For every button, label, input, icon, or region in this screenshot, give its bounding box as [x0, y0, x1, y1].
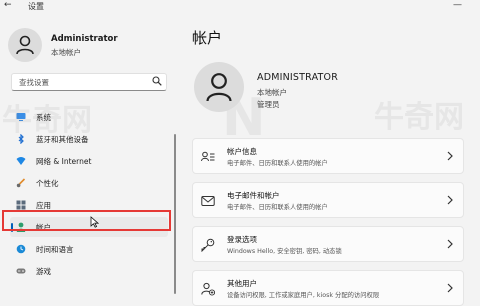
- sidebar-item-label: 时间和语言: [36, 245, 74, 254]
- card-title: 帐户信息: [227, 147, 257, 156]
- sidebar-item-personalization[interactable]: 个性化: [10, 173, 168, 193]
- add-user-icon: [201, 282, 215, 296]
- back-arrow-icon[interactable]: ←: [4, 0, 12, 10]
- gamepad-icon: [16, 268, 26, 274]
- card-description: 电子邮件、日历和联系人使用的帐户: [227, 160, 328, 167]
- profile-name: ADMINISTRATOR: [257, 72, 339, 83]
- card-description: 电子邮件、日历和联系人使用的帐户: [227, 204, 328, 211]
- card-email-accounts[interactable]: 电子邮件和帐户 电子邮件、日历和联系人使用的帐户: [192, 182, 464, 218]
- mouse-cursor-icon: [90, 216, 99, 228]
- search-box[interactable]: [11, 73, 167, 91]
- wifi-icon: [16, 157, 26, 165]
- card-account-info[interactable]: 帐户信息 电子邮件、日历和联系人使用的帐户: [192, 138, 464, 174]
- user-type: 本地帐户: [51, 48, 81, 57]
- profile-avatar: [194, 62, 244, 112]
- brush-icon: [16, 178, 26, 188]
- sidebar-item-label: 系统: [36, 113, 51, 122]
- page-title: 帐户: [192, 29, 223, 47]
- monitor-icon: [16, 113, 26, 121]
- sidebar-item-label: 蓝牙和其他设备: [36, 135, 89, 144]
- search-input[interactable]: [17, 75, 151, 90]
- card-title: 登录选项: [227, 235, 257, 244]
- sidebar-item-bluetooth[interactable]: 蓝牙和其他设备: [10, 129, 168, 149]
- profile-role: 管理员: [257, 100, 280, 109]
- sidebar-item-label: 个性化: [36, 179, 59, 188]
- card-title: 其他用户: [227, 279, 257, 288]
- card-other-users[interactable]: 其他用户 设备访问权限, 工作或家庭用户, kiosk 分配的访问权限: [192, 270, 464, 306]
- mail-icon: [201, 196, 215, 206]
- card-description: Windows Hello, 安全密钥, 密码, 动态锁: [227, 248, 342, 255]
- card-title: 电子邮件和帐户: [227, 191, 280, 200]
- sidebar-item-network[interactable]: 网络 & Internet: [10, 151, 168, 171]
- bluetooth-icon: [18, 134, 24, 144]
- main-content: 帐户 ADMINISTRATOR 本地帐户 管理员 帐户信息 电子邮件、日历和联…: [178, 14, 480, 306]
- card-description: 设备访问权限, 工作或家庭用户, kiosk 分配的访问权限: [227, 292, 380, 299]
- card-sign-in-options[interactable]: 登录选项 Windows Hello, 安全密钥, 密码, 动态锁: [192, 226, 464, 262]
- avatar: [8, 28, 42, 62]
- search-icon[interactable]: [152, 76, 162, 86]
- sidebar-item-gaming[interactable]: 游戏: [10, 261, 168, 281]
- sidebar: Administrator 本地帐户 系统 蓝牙和其他设备 网络 & Inter…: [0, 14, 178, 300]
- sidebar-item-label: 游戏: [36, 267, 51, 276]
- chevron-right-icon: [447, 239, 453, 249]
- apps-icon: [16, 200, 26, 210]
- sidebar-item-system[interactable]: 系统: [10, 107, 168, 127]
- person-icon: [206, 73, 232, 102]
- user-card[interactable]: Administrator 本地帐户: [8, 28, 178, 68]
- key-icon: [201, 238, 215, 252]
- app-title: 设置: [28, 2, 44, 11]
- globe-clock-icon: [16, 244, 26, 254]
- sidebar-item-time-language[interactable]: 时间和语言: [10, 239, 168, 259]
- sidebar-item-label: 网络 & Internet: [36, 157, 92, 166]
- chevron-right-icon: [447, 151, 453, 161]
- title-bar: ← 设置 —: [0, 0, 480, 14]
- profile-account-type: 本地帐户: [257, 88, 287, 97]
- minimize-button[interactable]: —: [453, 0, 462, 10]
- sidebar-scrollbar[interactable]: [174, 134, 176, 294]
- person-icon: [16, 35, 34, 55]
- chevron-right-icon: [447, 195, 453, 205]
- highlight-box: [2, 210, 171, 231]
- user-name: Administrator: [51, 34, 118, 44]
- account-info-icon: [201, 151, 215, 162]
- chevron-right-icon: [447, 283, 453, 293]
